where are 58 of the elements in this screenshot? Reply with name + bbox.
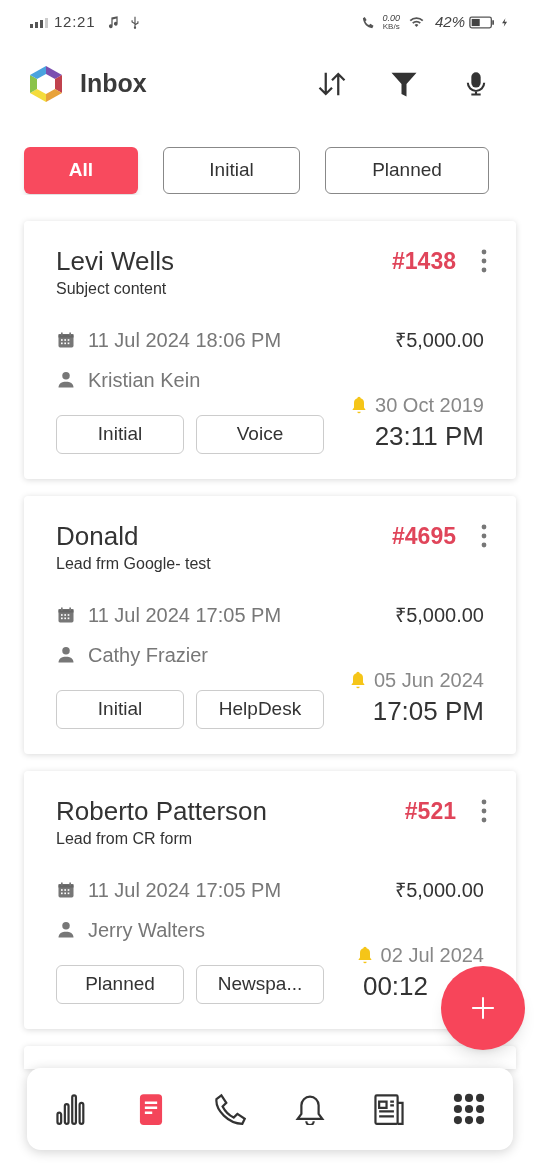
status-time: 12:21 [54, 11, 96, 32]
wifi-icon [407, 14, 425, 30]
lead-card[interactable]: Roberto Patterson Lead from CR form #521 11 Jul 2024 17:05 PM ₹5,000.00 Jerry Walters Planned Newspa... 02 Jul 2024 00:12 [24, 771, 516, 1029]
created-date: 11 Jul 2024 18:06 PM [88, 328, 283, 353]
network-speed: 0.00 [382, 13, 400, 23]
person-icon [56, 645, 76, 665]
reminder-time: 00:12 [362, 970, 428, 1002]
reminder-time: 17:05 PM [372, 695, 484, 727]
lead-number: #4695 [392, 522, 456, 551]
calendar-icon [56, 880, 76, 900]
calendar-icon [56, 605, 76, 625]
tag: Planned [56, 965, 184, 1004]
lead-name: Levi Wells [56, 245, 175, 278]
more-icon [480, 524, 488, 548]
reminder-date: 30 Oct 2019 [375, 393, 484, 418]
bar-chart-icon [55, 1093, 87, 1125]
lead-card[interactable]: Levi Wells Subject content #1438 11 Jul 2024 18:06 PM ₹5,000.00 Kristian Kein Initial Voice 30 Oct 2019 23:11 PM [24, 221, 516, 479]
person-icon [56, 920, 76, 940]
bell-icon [293, 1093, 326, 1125]
assignee-name: Jerry Walters [88, 918, 206, 943]
battery-level: 42% [434, 11, 465, 32]
calendar-icon [56, 330, 76, 350]
lead-subject: Lead from CR form [56, 829, 194, 849]
lead-number: #521 [404, 797, 456, 826]
signal-icon [30, 16, 48, 28]
filter-chip[interactable]: Planned [325, 147, 489, 194]
speed-unit: KB/s [382, 22, 400, 31]
tag: Initial [56, 690, 184, 729]
tag: Voice [196, 415, 324, 454]
filter-chip[interactable]: Initial [163, 147, 300, 194]
apps-grid-icon [452, 1093, 485, 1125]
lead-name: Roberto Patterson [56, 795, 268, 828]
plus-icon [470, 995, 496, 1021]
phone-icon [214, 1093, 247, 1125]
lead-subject: Lead frm Google- test [56, 554, 212, 574]
reminder-time: 23:11 PM [374, 420, 484, 452]
newspaper-icon [373, 1093, 406, 1125]
reminder-date: 02 Jul 2024 [380, 943, 484, 968]
person-icon [56, 370, 76, 390]
amount: ₹5,000.00 [395, 328, 484, 353]
lead-card[interactable]: Donald Lead frm Google- test #4695 11 Jul 2024 17:05 PM ₹5,000.00 Cathy Frazier Initial HelpDesk 05 Jun 2024 17:05 PM [24, 496, 516, 754]
reminder-date: 05 Jun 2024 [373, 668, 484, 693]
assignee-name: Kristian Kein [88, 368, 201, 393]
lead-subject: Subject content [56, 279, 168, 299]
assignee-name: Cathy Frazier [88, 643, 209, 668]
created-date: 11 Jul 2024 17:05 PM [88, 878, 283, 903]
tag: Newspa... [196, 965, 324, 1004]
lead-number: #1438 [392, 247, 456, 276]
more-icon [480, 249, 488, 273]
tag: Initial [56, 415, 184, 454]
lead-name: Donald [56, 520, 140, 553]
page-title: Inbox [80, 68, 147, 100]
battery-icon [469, 15, 494, 29]
amount: ₹5,000.00 [395, 878, 484, 903]
amount: ₹5,000.00 [395, 603, 484, 628]
created-date: 11 Jul 2024 17:05 PM [88, 603, 283, 628]
tag: HelpDesk [196, 690, 324, 729]
more-icon [480, 799, 488, 823]
